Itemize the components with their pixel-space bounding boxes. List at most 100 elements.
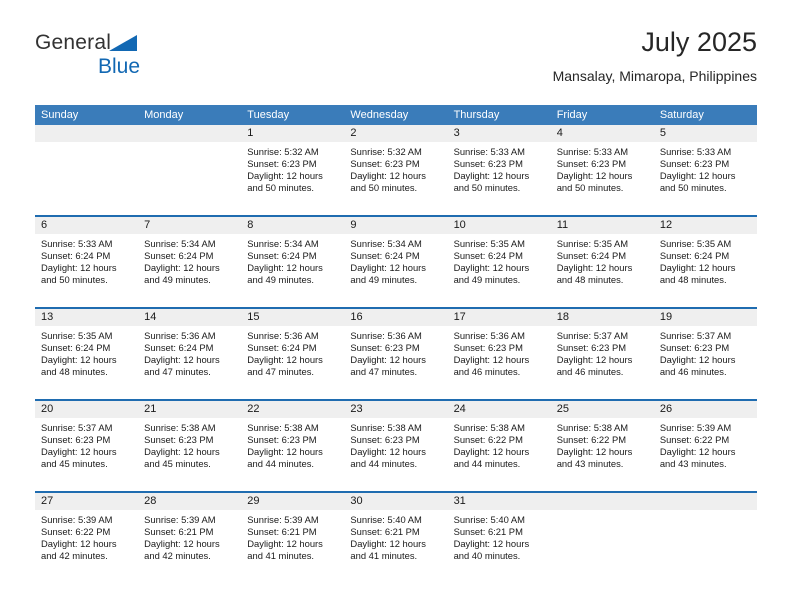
day-cell-13[interactable]: 13 Sunrise: 5:35 AM Sunset: 6:24 PM Dayligh…: [35, 309, 139, 399]
day-number: 26: [653, 401, 757, 418]
day-details: [35, 142, 138, 146]
day-cell-3[interactable]: 3 Sunrise: 5:33 AM Sunset: 6:23 PM Daylight…: [447, 125, 551, 215]
day-details: Sunrise: 5:38 AM Sunset: 6:22 PM Daylight:…: [551, 418, 654, 470]
day-cell-31[interactable]: 31 Sunrise: 5:40 AM Sunset: 6:21 PM Dayligh…: [447, 493, 551, 583]
day-cell-22[interactable]: 22 Sunrise: 5:38 AM Sunset: 6:23 PM Dayligh…: [241, 401, 345, 491]
day-cell-24[interactable]: 24 Sunrise: 5:38 AM Sunset: 6:22 PM Dayligh…: [447, 401, 551, 491]
day-cell-5[interactable]: 5 Sunrise: 5:33 AM Sunset: 6:23 PM Daylight…: [653, 125, 757, 215]
day-detail-line: Sunrise: 5:36 AM: [247, 330, 319, 341]
day-details: Sunrise: 5:39 AM Sunset: 6:21 PM Daylight:…: [138, 510, 241, 562]
day-cell-14[interactable]: 14 Sunrise: 5:36 AM Sunset: 6:24 PM Dayligh…: [138, 309, 242, 399]
day-cell-6[interactable]: 6 Sunrise: 5:33 AM Sunset: 6:24 PM Daylight…: [35, 217, 139, 307]
day-detail-line: Sunset: 6:23 PM: [556, 158, 627, 170]
day-detail-line: and 49 minutes.: [350, 274, 418, 286]
day-detail-line: Sunset: 6:21 PM: [453, 526, 523, 538]
day-cell-21[interactable]: 21 Sunrise: 5:38 AM Sunset: 6:23 PM Dayligh…: [138, 401, 242, 491]
day-number: 3: [447, 125, 551, 142]
day-detail-line: Sunrise: 5:39 AM: [41, 514, 113, 525]
day-cell-12[interactable]: 12 Sunrise: 5:35 AM Sunset: 6:24 PM Dayligh…: [653, 217, 757, 307]
day-cell-9[interactable]: 9 Sunrise: 5:34 AM Sunset: 6:24 PM Daylight…: [344, 217, 448, 307]
day-cell-27[interactable]: 27 Sunrise: 5:39 AM Sunset: 6:22 PM Dayligh…: [35, 493, 139, 583]
day-detail-line: Sunset: 6:21 PM: [350, 526, 420, 538]
weekday-header-saturday: Saturday: [659, 109, 704, 121]
day-detail-line: Daylight: 12 hours: [350, 354, 426, 366]
day-number: 13: [35, 309, 139, 326]
day-cell-15[interactable]: 15 Sunrise: 5:36 AM Sunset: 6:24 PM Dayligh…: [241, 309, 345, 399]
day-cell-7[interactable]: 7 Sunrise: 5:34 AM Sunset: 6:24 PM Daylight…: [138, 217, 242, 307]
day-detail-line: Sunset: 6:23 PM: [659, 342, 730, 354]
day-detail-line: Sunset: 6:23 PM: [247, 434, 317, 446]
day-detail-line: Daylight: 12 hours: [659, 354, 736, 366]
day-detail-line: Daylight: 12 hours: [453, 538, 530, 550]
day-cell-empty: [653, 493, 757, 583]
day-cell-18[interactable]: 18 Sunrise: 5:37 AM Sunset: 6:23 PM Dayligh…: [550, 309, 654, 399]
day-detail-line: Daylight: 12 hours: [144, 446, 220, 458]
day-cell-11[interactable]: 11 Sunrise: 5:35 AM Sunset: 6:24 PM Dayligh…: [550, 217, 654, 307]
day-number: 28: [138, 493, 242, 510]
day-detail-line: Sunrise: 5:38 AM: [556, 422, 629, 433]
day-number: 11: [550, 217, 654, 234]
day-cell-16[interactable]: 16 Sunrise: 5:36 AM Sunset: 6:23 PM Dayligh…: [344, 309, 448, 399]
day-detail-line: Sunset: 6:24 PM: [350, 250, 420, 262]
day-detail-line: Sunset: 6:23 PM: [350, 158, 420, 170]
day-cell-2[interactable]: 2 Sunrise: 5:32 AM Sunset: 6:23 PM Daylight…: [344, 125, 448, 215]
weekday-header-sunday: Sunday: [41, 109, 79, 121]
day-detail-line: Sunrise: 5:40 AM: [453, 514, 525, 525]
day-detail-line: Sunrise: 5:33 AM: [41, 238, 113, 249]
day-detail-line: and 46 minutes.: [453, 366, 521, 378]
day-number: 6: [35, 217, 139, 234]
day-cell-4[interactable]: 4 Sunrise: 5:33 AM Sunset: 6:23 PM Daylight…: [550, 125, 654, 215]
day-number: 14: [138, 309, 242, 326]
day-details: [138, 142, 241, 146]
day-detail-line: and 41 minutes.: [350, 550, 418, 562]
day-cell-23[interactable]: 23 Sunrise: 5:38 AM Sunset: 6:23 PM Dayligh…: [344, 401, 448, 491]
day-detail-line: and 47 minutes.: [247, 366, 314, 378]
day-cell-29[interactable]: 29 Sunrise: 5:39 AM Sunset: 6:21 PM Dayligh…: [241, 493, 345, 583]
day-detail-line: and 47 minutes.: [350, 366, 418, 378]
day-number: 20: [35, 401, 139, 418]
day-detail-line: and 42 minutes.: [41, 550, 108, 562]
day-number: 5: [653, 125, 757, 142]
day-detail-line: Sunset: 6:21 PM: [144, 526, 214, 538]
day-cell-10[interactable]: 10 Sunrise: 5:35 AM Sunset: 6:24 PM Dayligh…: [447, 217, 551, 307]
day-detail-line: Sunset: 6:24 PM: [659, 250, 730, 262]
day-detail-line: and 43 minutes.: [659, 458, 727, 470]
logo-text-general: General: [35, 31, 112, 54]
day-cell-25[interactable]: 25 Sunrise: 5:38 AM Sunset: 6:22 PM Dayligh…: [550, 401, 654, 491]
day-details: Sunrise: 5:33 AM Sunset: 6:23 PM Daylight:…: [654, 142, 757, 194]
day-cell-19[interactable]: 19 Sunrise: 5:37 AM Sunset: 6:23 PM Dayligh…: [653, 309, 757, 399]
day-details: Sunrise: 5:36 AM Sunset: 6:23 PM Daylight:…: [344, 326, 447, 378]
day-number: [550, 493, 654, 510]
day-detail-line: Daylight: 12 hours: [659, 446, 736, 458]
day-number: [138, 125, 242, 142]
day-detail-line: Sunrise: 5:34 AM: [144, 238, 216, 249]
day-detail-line: Daylight: 12 hours: [556, 170, 633, 182]
day-cell-17[interactable]: 17 Sunrise: 5:36 AM Sunset: 6:23 PM Dayligh…: [447, 309, 551, 399]
day-detail-line: and 44 minutes.: [350, 458, 418, 470]
day-details: Sunrise: 5:37 AM Sunset: 6:23 PM Daylight:…: [551, 326, 654, 378]
day-cell-26[interactable]: 26 Sunrise: 5:39 AM Sunset: 6:22 PM Dayligh…: [653, 401, 757, 491]
day-detail-line: Daylight: 12 hours: [41, 446, 117, 458]
day-details: Sunrise: 5:36 AM Sunset: 6:23 PM Daylight:…: [448, 326, 551, 378]
day-detail-line: Sunset: 6:23 PM: [41, 434, 111, 446]
page-title: July 2025: [641, 27, 757, 57]
day-cell-20[interactable]: 20 Sunrise: 5:37 AM Sunset: 6:23 PM Dayligh…: [35, 401, 139, 491]
day-detail-line: and 43 minutes.: [556, 458, 624, 470]
day-cell-8[interactable]: 8 Sunrise: 5:34 AM Sunset: 6:24 PM Daylight…: [241, 217, 345, 307]
day-detail-line: Daylight: 12 hours: [453, 170, 530, 182]
day-detail-line: Daylight: 12 hours: [659, 170, 736, 182]
day-detail-line: Sunrise: 5:32 AM: [350, 146, 422, 157]
day-detail-line: Sunset: 6:23 PM: [350, 342, 420, 354]
day-cell-30[interactable]: 30 Sunrise: 5:40 AM Sunset: 6:21 PM Dayligh…: [344, 493, 448, 583]
day-detail-line: Sunrise: 5:39 AM: [659, 422, 732, 433]
calendar-grid: Sunday Monday Tuesday Wednesday Thursday Frid…: [35, 105, 757, 583]
day-details: Sunrise: 5:36 AM Sunset: 6:24 PM Daylight:…: [241, 326, 344, 378]
day-number: 30: [344, 493, 448, 510]
day-number: 15: [241, 309, 345, 326]
day-cell-28[interactable]: 28 Sunrise: 5:39 AM Sunset: 6:21 PM Dayligh…: [138, 493, 242, 583]
day-detail-line: and 48 minutes.: [556, 274, 624, 286]
day-details: Sunrise: 5:34 AM Sunset: 6:24 PM Daylight:…: [138, 234, 241, 286]
day-detail-line: Sunrise: 5:35 AM: [41, 330, 113, 341]
general-blue-logo[interactable]: General Blue: [35, 32, 255, 92]
day-cell-1[interactable]: 1 Sunrise: 5:32 AM Sunset: 6:23 PM Daylight…: [241, 125, 345, 215]
